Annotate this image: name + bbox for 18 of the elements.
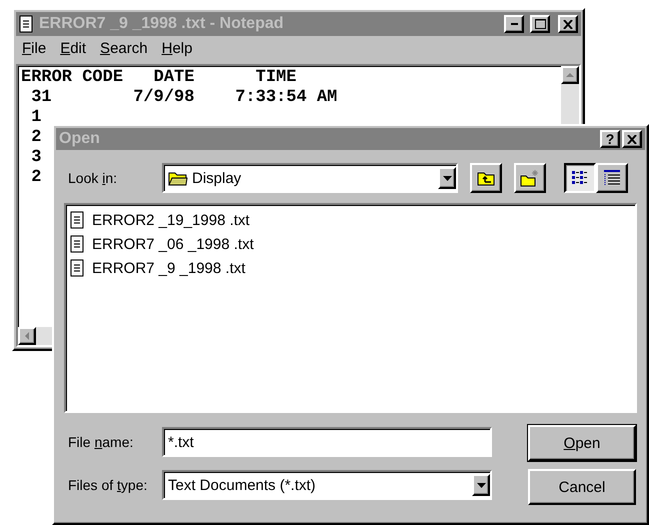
- dialog-button[interactable]: Cancel: [528, 469, 636, 505]
- look-in-label: Look in:: [68, 170, 118, 186]
- menu-item[interactable]: Help: [162, 40, 192, 57]
- file-type-dropdown[interactable]: Text Documents (*.txt): [162, 470, 492, 500]
- help-button[interactable]: ?: [600, 130, 620, 148]
- file-type-label: Files of type:: [68, 477, 148, 493]
- menu-item[interactable]: Search: [100, 40, 148, 57]
- file-name-label: File name:: [68, 434, 134, 450]
- dialog-title: Open: [59, 130, 101, 148]
- look-in-dropdown[interactable]: Display: [162, 163, 458, 193]
- menu-item[interactable]: Edit: [60, 40, 86, 57]
- window-title: ERROR7 _9 _1998 .txt - Notepad: [39, 15, 285, 33]
- menu-item[interactable]: File: [22, 40, 46, 57]
- document-entry[interactable]: ERROR2 _19_1998 .txt: [68, 208, 252, 232]
- dialog-button[interactable]: Open: [528, 425, 636, 461]
- document-entry[interactable]: ERROR7 _9 _1998 .txt: [68, 256, 248, 280]
- file-name-field[interactable]: *.txt: [162, 427, 492, 457]
- document-entry[interactable]: ERROR7 _06 _1998 .txt: [68, 232, 256, 256]
